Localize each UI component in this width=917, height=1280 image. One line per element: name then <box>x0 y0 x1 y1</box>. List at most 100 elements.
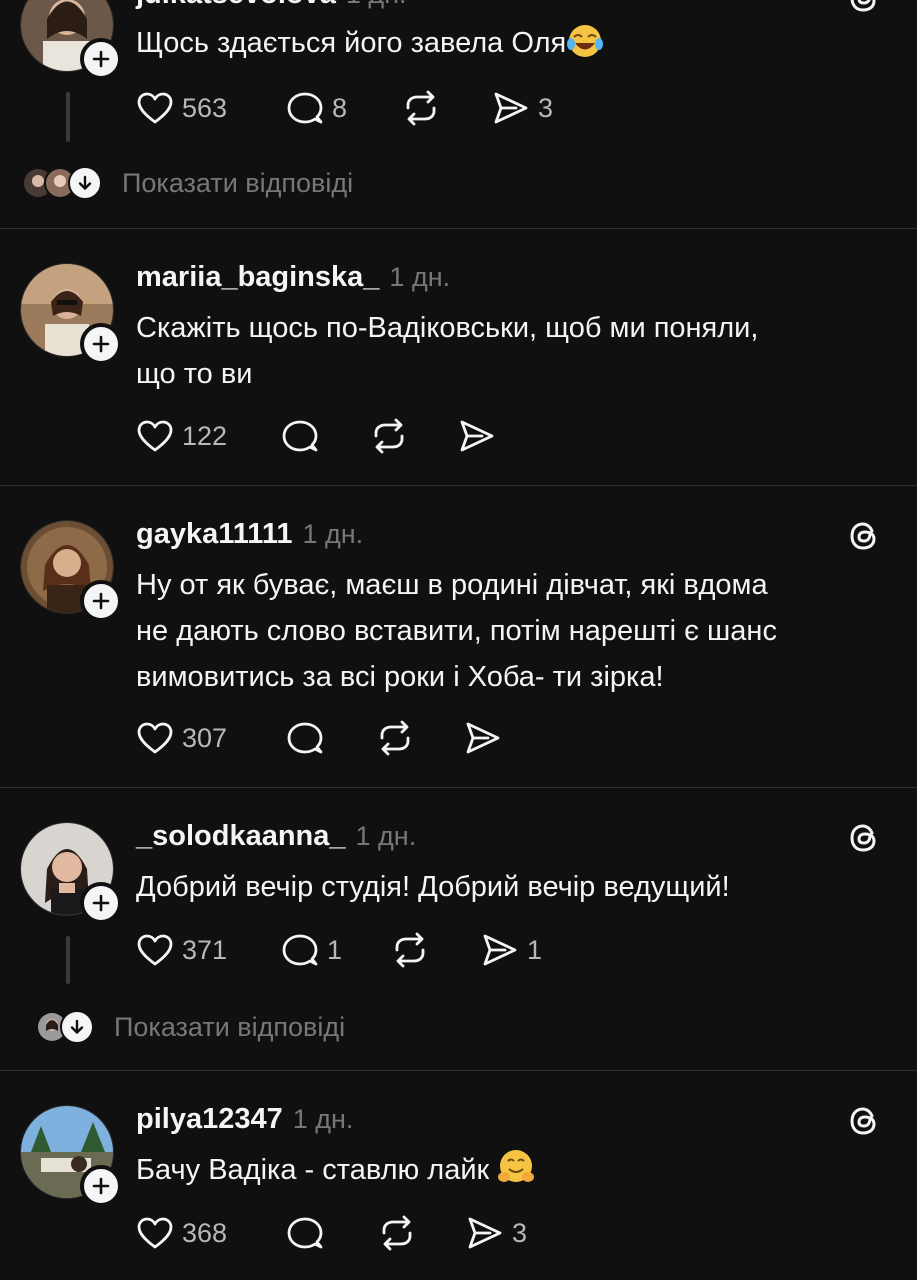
avatar-wrap[interactable] <box>20 1105 122 1207</box>
share-send-icon <box>466 722 500 754</box>
post-header: _solodkaanna_ 1 дн. <box>136 820 416 853</box>
username[interactable]: mariia_baginska_ <box>136 261 379 294</box>
repost-button[interactable] <box>375 718 415 758</box>
threads-logo-icon[interactable] <box>846 518 882 554</box>
plus-icon <box>92 894 110 912</box>
share-send-icon <box>483 934 517 966</box>
show-replies-row[interactable]: Показати відповіді <box>22 166 353 200</box>
show-replies-label[interactable]: Показати відповіді <box>122 168 353 199</box>
share-button[interactable]: 1 <box>481 930 542 970</box>
divider <box>0 1070 917 1071</box>
share-button[interactable] <box>464 718 502 758</box>
post-time: 1 дн. <box>302 519 364 549</box>
heart-icon <box>137 934 173 966</box>
heart-icon <box>137 420 173 452</box>
like-count: 122 <box>182 420 228 451</box>
post-time: 1 дн. <box>292 1104 354 1134</box>
comment-bubble-icon <box>287 1217 323 1249</box>
threads-logo-icon[interactable] <box>846 0 882 16</box>
username[interactable]: gayka11111 <box>136 518 292 551</box>
thread-line <box>66 936 70 984</box>
follow-plus-button[interactable] <box>80 38 122 80</box>
hugging-emoji <box>497 1149 535 1199</box>
repost-button[interactable] <box>401 88 441 128</box>
follow-plus-button[interactable] <box>80 882 122 924</box>
avatar-wrap[interactable] <box>20 263 122 365</box>
post-text: Бачу Вадіка - ставлю лайк <box>136 1147 876 1199</box>
share-button[interactable] <box>458 416 496 456</box>
plus-icon <box>92 335 110 353</box>
post-header: julkatsevolova 1 дн. <box>136 0 407 11</box>
plus-icon <box>92 50 110 68</box>
threads-logo-icon[interactable] <box>846 1103 882 1139</box>
repost-icon <box>395 932 425 968</box>
comment-bubble-icon <box>282 934 318 966</box>
like-count: 368 <box>182 1217 228 1248</box>
follow-plus-button[interactable] <box>80 1165 122 1207</box>
share-count: 3 <box>512 1217 528 1248</box>
post-header: gayka11111 1 дн. <box>136 518 363 551</box>
repost-icon <box>382 1215 412 1251</box>
share-send-icon <box>494 92 528 124</box>
like-button[interactable]: 368 <box>136 1213 227 1253</box>
laughing-emoji <box>566 24 604 72</box>
post-header: mariia_baginska_ 1 дн. <box>136 261 450 294</box>
like-button[interactable]: 371 <box>136 930 227 970</box>
share-count: 1 <box>527 934 543 965</box>
follow-plus-button[interactable] <box>80 580 122 622</box>
comment-bubble-icon <box>287 722 323 754</box>
share-button[interactable]: 3 <box>466 1213 527 1253</box>
thread-line <box>66 92 70 142</box>
arrow-down-icon <box>78 175 92 190</box>
divider <box>0 787 917 788</box>
divider <box>0 485 917 486</box>
comment-button[interactable]: 8 <box>286 88 347 128</box>
expand-replies-button[interactable] <box>60 1010 94 1044</box>
post-time: 1 дн. <box>346 0 407 10</box>
avatar-wrap[interactable] <box>20 0 122 80</box>
arrow-down-icon <box>70 1019 84 1034</box>
divider <box>0 228 917 229</box>
post-time: 1 дн. <box>389 262 451 292</box>
repost-button[interactable] <box>377 1213 417 1253</box>
post-text: Скажіть щось по-Вадіковськи, щоб ми поня… <box>136 312 759 390</box>
heart-icon <box>137 722 173 754</box>
comment-count: 1 <box>327 934 343 965</box>
avatar-wrap[interactable] <box>20 520 122 622</box>
comment-button[interactable] <box>286 1213 324 1253</box>
post-text: Щось здається його завела Оля <box>136 20 876 72</box>
like-count: 371 <box>182 934 228 965</box>
show-replies-label[interactable]: Показати відповіді <box>114 1012 345 1043</box>
follow-plus-button[interactable] <box>80 323 122 365</box>
comment-bubble-icon <box>287 92 323 124</box>
comment-bubble-icon <box>282 420 318 452</box>
like-button[interactable]: 307 <box>136 718 227 758</box>
username[interactable]: _solodkaanna_ <box>136 820 346 853</box>
heart-icon <box>137 92 173 124</box>
repost-icon <box>406 90 436 126</box>
avatar-wrap[interactable] <box>20 822 122 924</box>
post-time: 1 дн. <box>355 821 417 851</box>
comment-button[interactable] <box>286 718 324 758</box>
share-button[interactable]: 3 <box>492 88 553 128</box>
username[interactable]: pilya12347 <box>136 1103 283 1136</box>
show-replies-row[interactable]: Показати відповіді <box>36 1010 345 1044</box>
comment-button[interactable]: 1 <box>281 930 342 970</box>
repost-button[interactable] <box>369 416 409 456</box>
share-count: 3 <box>538 92 554 123</box>
expand-replies-button[interactable] <box>68 166 102 200</box>
share-send-icon <box>460 420 494 452</box>
share-send-icon <box>468 1217 502 1249</box>
plus-icon <box>92 592 110 610</box>
username[interactable]: julkatsevolova <box>136 0 336 11</box>
like-button[interactable]: 122 <box>136 416 227 456</box>
like-count: 307 <box>182 722 228 753</box>
comment-button[interactable] <box>281 416 319 456</box>
threads-logo-icon[interactable] <box>846 820 882 856</box>
comment-count: 8 <box>332 92 348 123</box>
repost-button[interactable] <box>390 930 430 970</box>
post-text: Ну от як буває, маєш в родині дівчат, як… <box>136 569 777 693</box>
like-button[interactable]: 563 <box>136 88 227 128</box>
heart-icon <box>137 1217 173 1249</box>
repost-icon <box>380 720 410 756</box>
